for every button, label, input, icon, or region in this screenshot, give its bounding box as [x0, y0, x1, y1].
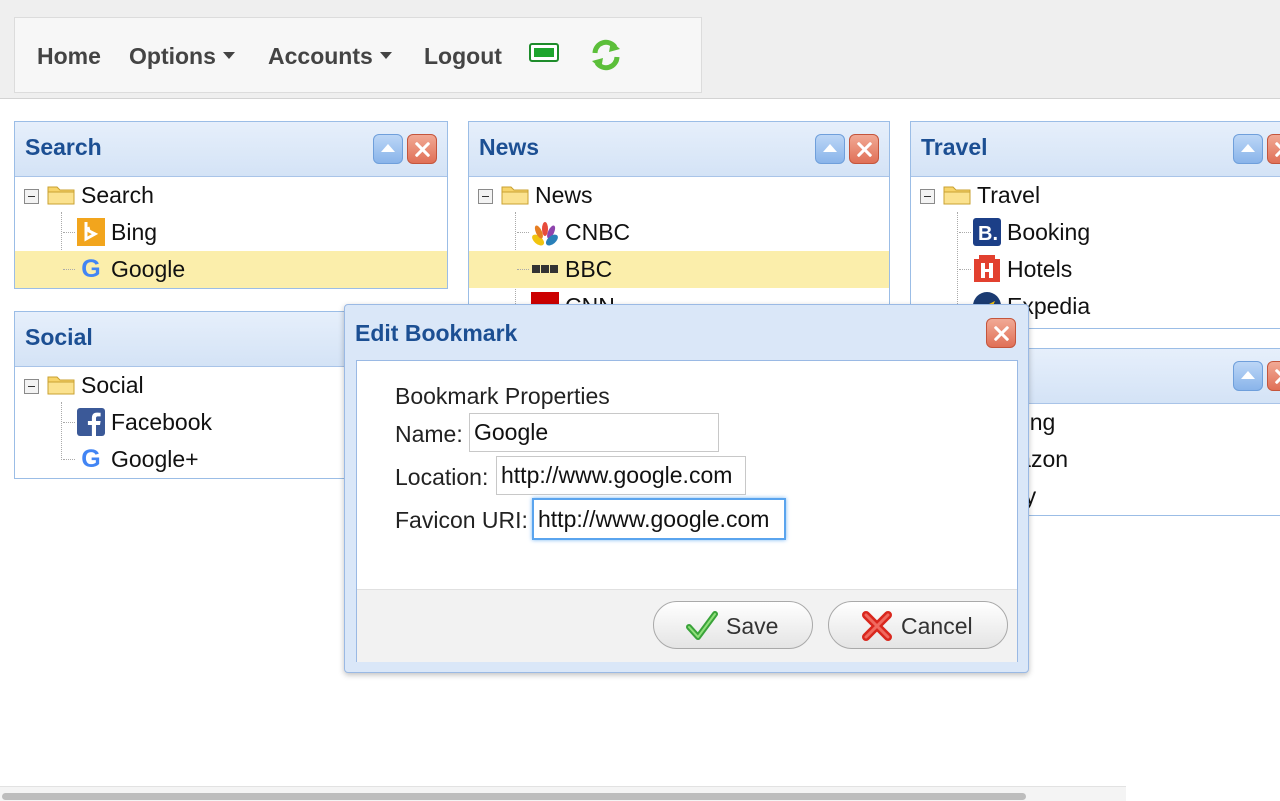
tree-item-bing[interactable]: Bing — [15, 214, 447, 251]
collapse-toggle-icon[interactable] — [920, 189, 935, 204]
menu-options[interactable]: Options — [129, 42, 235, 70]
cancel-button-label: Cancel — [901, 613, 973, 639]
favicon-uri-label: Favicon URI: — [395, 507, 528, 533]
google-icon: G — [81, 445, 101, 473]
edit-bookmark-dialog: Edit Bookmark Bookmark Properties Name: … — [344, 304, 1029, 673]
tree-item-google[interactable]: G Google — [15, 251, 447, 288]
tree-item-label: Hotels — [1007, 256, 1073, 282]
location-label: Location: — [395, 464, 489, 490]
caret-down-icon — [379, 52, 392, 60]
tree-connector — [517, 232, 529, 233]
tree-item-hotels[interactable]: Hotels — [911, 251, 1280, 288]
hotels-icon — [974, 255, 1000, 282]
collapse-toggle-icon[interactable] — [24, 189, 39, 204]
panel-header: Travel — [911, 122, 1280, 177]
save-button-label: Save — [726, 613, 779, 639]
close-icon[interactable] — [1267, 361, 1280, 391]
tree-item-label: Google+ — [111, 446, 199, 472]
collapse-up-icon[interactable] — [815, 134, 845, 164]
collapse-up-icon[interactable] — [1233, 134, 1263, 164]
panel-title: Travel — [921, 134, 988, 160]
tree-item-label: Booking — [1007, 219, 1091, 245]
folder-label[interactable]: Search — [81, 182, 154, 209]
close-icon[interactable] — [849, 134, 879, 164]
collapse-up-icon[interactable] — [1233, 361, 1263, 391]
panel-travel: Travel Travel B. Booking Hotels Expedia — [910, 121, 1280, 329]
dialog-body: Bookmark Properties Name: Location: Favi… — [356, 360, 1018, 662]
battery-icon[interactable] — [529, 43, 559, 62]
tree-item-label: Facebook — [111, 409, 213, 435]
collapse-toggle-icon[interactable] — [24, 379, 39, 394]
panel-search: Search Search Bing G Google — [14, 121, 448, 289]
menu-accounts[interactable]: Accounts — [268, 42, 392, 70]
google-icon: G — [81, 255, 101, 283]
tree-connector — [959, 269, 971, 270]
folder-label[interactable]: News — [535, 182, 593, 209]
panel-header: News — [469, 122, 889, 177]
cancel-button[interactable]: Cancel — [828, 601, 1008, 649]
tree-folder-row: Travel — [911, 177, 1280, 214]
menu-home[interactable]: Home — [37, 42, 101, 70]
favicon-uri-field[interactable] — [532, 498, 786, 540]
refresh-icon[interactable] — [589, 38, 623, 72]
caret-down-icon — [222, 52, 235, 60]
panel-title: Social — [25, 324, 93, 350]
folder-label[interactable]: Social — [81, 372, 144, 399]
tree-folder-row: Search — [15, 177, 447, 214]
tree-item-label: CNBC — [565, 219, 631, 245]
dialog-title: Edit Bookmark — [355, 320, 518, 346]
tree-item-label: Google — [111, 256, 186, 282]
checkmark-icon — [686, 611, 718, 640]
panel-title: Search — [25, 134, 102, 160]
dialog-footer: Save Cancel — [357, 589, 1017, 662]
panel-header: Search — [15, 122, 447, 177]
close-icon[interactable] — [407, 134, 437, 164]
booking-icon: B. — [973, 218, 1001, 246]
folder-icon — [943, 186, 971, 205]
menu-accounts-label: Accounts — [268, 43, 373, 69]
tree-connector — [959, 232, 971, 233]
folder-icon — [47, 376, 75, 395]
collapse-up-icon[interactable] — [373, 134, 403, 164]
facebook-icon — [77, 408, 105, 436]
close-icon[interactable] — [986, 318, 1016, 348]
bing-icon — [77, 218, 105, 246]
tree-item-booking[interactable]: B. Booking — [911, 214, 1280, 251]
red-x-icon — [862, 611, 892, 641]
tree-item-bbc[interactable]: BBC — [469, 251, 889, 288]
tree-connector — [63, 269, 75, 270]
menu-logout[interactable]: Logout — [424, 42, 502, 70]
save-button[interactable]: Save — [653, 601, 813, 649]
tree-item-label: Bing — [111, 219, 158, 245]
menu-options-label: Options — [129, 43, 216, 69]
folder-icon — [47, 186, 75, 205]
panel-title: News — [479, 134, 540, 160]
cnbc-icon — [532, 222, 558, 246]
form-heading: Bookmark Properties — [395, 383, 610, 409]
name-field[interactable] — [469, 413, 719, 452]
horizontal-scrollbar-thumb[interactable] — [2, 793, 1026, 800]
collapse-toggle-icon[interactable] — [478, 189, 493, 204]
tree-item-cnbc[interactable]: CNBC — [469, 214, 889, 251]
tree-connector — [63, 422, 75, 423]
location-field[interactable] — [496, 456, 746, 495]
folder-label[interactable]: Travel — [977, 182, 1040, 209]
tree-connector — [517, 269, 529, 270]
tree-folder-row: News — [469, 177, 889, 214]
svg-text:B.: B. — [978, 223, 998, 245]
bbc-icon — [532, 265, 558, 273]
top-bar: Home Options Accounts Logout — [0, 0, 1280, 99]
tree-connector — [63, 232, 75, 233]
name-label: Name: — [395, 421, 463, 447]
close-icon[interactable] — [1267, 134, 1280, 164]
tree-connector — [63, 459, 75, 460]
tree-item-label: BBC — [565, 256, 613, 282]
folder-icon — [501, 186, 529, 205]
